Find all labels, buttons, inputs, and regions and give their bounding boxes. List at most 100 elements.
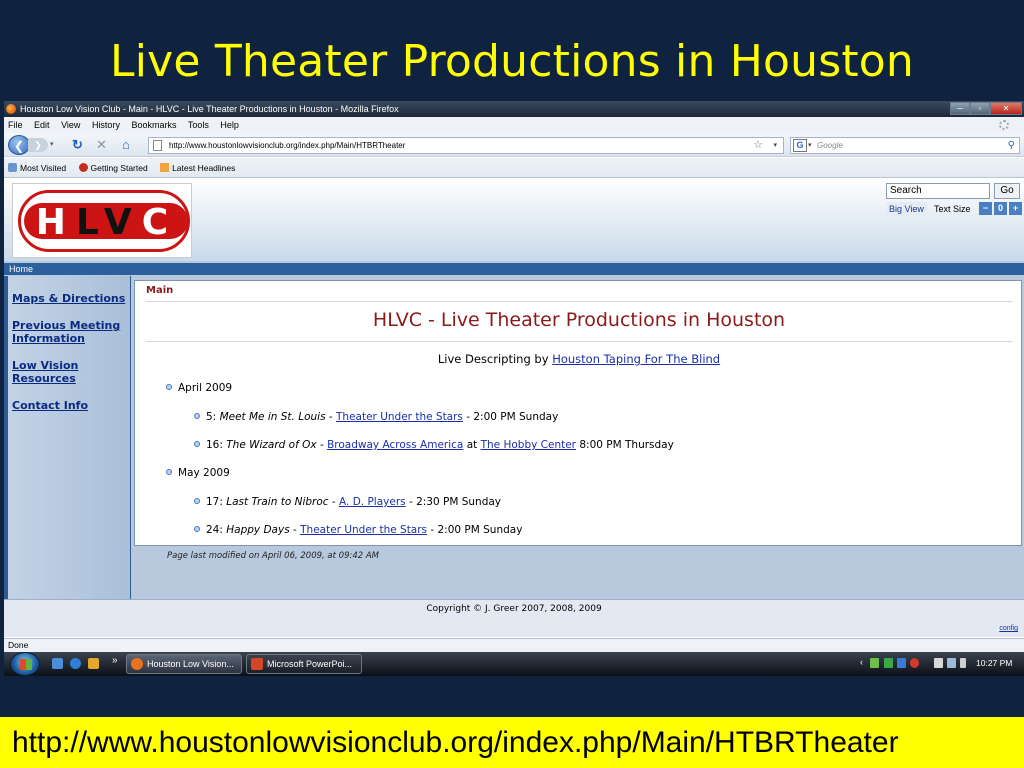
search-icon[interactable]: ⚲ xyxy=(1008,138,1015,153)
bookmark-most-visited[interactable]: Most Visited xyxy=(8,163,66,173)
site-search-input[interactable]: Search xyxy=(886,183,990,199)
search-bar[interactable]: G ▾ Google ⚲ xyxy=(790,137,1020,154)
power-icon[interactable] xyxy=(934,658,943,668)
browser-screenshot: Houston Low Vision Club - Main - HLVC - … xyxy=(4,101,1024,676)
minimize-button[interactable]: ─ xyxy=(950,102,970,115)
month-may: May 2009 xyxy=(166,467,230,479)
quicklaunch-overflow-icon[interactable]: » xyxy=(112,655,118,666)
list-item: 5: Meet Me in St. Louis - Theater Under … xyxy=(194,411,558,423)
last-modified: Page last modified on April 06, 2009, at… xyxy=(167,551,380,561)
menu-help[interactable]: Help xyxy=(220,120,239,130)
close-button[interactable]: ✕ xyxy=(990,102,1022,115)
security-icon[interactable] xyxy=(884,658,893,668)
venue-link[interactable]: Theater Under the Stars xyxy=(336,411,463,423)
taskbar: » Houston Low Vision... Microsoft PowerP… xyxy=(4,652,1024,676)
text-size-increase-button[interactable]: + xyxy=(1009,202,1022,215)
page-viewport: HLVC Search Go Big View Text Size − 0 + … xyxy=(4,179,1024,637)
forward-button[interactable]: ❯ xyxy=(28,138,48,152)
menu-tools[interactable]: Tools xyxy=(188,120,209,130)
reload-icon[interactable]: ↻ xyxy=(72,137,83,153)
venue-link[interactable]: A. D. Players xyxy=(339,496,406,508)
url-caption: http://www.houstonlowvisionclub.org/inde… xyxy=(0,717,1024,768)
clock[interactable]: 10:27 PM xyxy=(976,658,1012,668)
history-dropdown-icon[interactable]: ▾ xyxy=(50,140,54,148)
menu-edit[interactable]: Edit xyxy=(34,120,50,130)
menu-file[interactable]: File xyxy=(8,120,23,130)
menu-history[interactable]: History xyxy=(92,120,120,130)
task-firefox[interactable]: Houston Low Vision... xyxy=(126,654,242,674)
bookmark-latest-headlines[interactable]: Latest Headlines xyxy=(160,163,235,173)
back-button[interactable]: ❮ xyxy=(8,135,30,155)
navigation-toolbar: ❮ ❯ ▾ ↻ ✕ ⌂ http://www.houstonlowvisionc… xyxy=(4,133,1024,157)
breadcrumb[interactable]: Main xyxy=(146,285,173,296)
google-icon[interactable]: G xyxy=(793,139,807,152)
bullet-icon xyxy=(166,384,172,390)
list-item: 16: The Wizard of Ox - Broadway Across A… xyxy=(194,439,674,451)
window-title: Houston Low Vision Club - Main - HLVC - … xyxy=(20,104,399,114)
big-view-link[interactable]: Big View xyxy=(886,202,927,216)
bookmark-icon xyxy=(8,163,17,172)
ie-icon[interactable] xyxy=(70,658,81,669)
venue-link[interactable]: Broadway Across America xyxy=(327,439,463,451)
throbber-icon xyxy=(999,120,1009,130)
url-text: http://www.houstonlowvisionclub.org/inde… xyxy=(169,141,406,150)
text-size-decrease-button[interactable]: − xyxy=(979,202,992,215)
status-bar: Done xyxy=(4,638,1024,652)
start-button[interactable] xyxy=(10,652,40,676)
engine-dropdown-icon[interactable]: ▾ xyxy=(808,138,812,153)
media-player-icon[interactable] xyxy=(88,658,99,669)
descripting-line: Live Descripting by Houston Taping For T… xyxy=(437,352,721,366)
page-icon xyxy=(153,140,162,151)
bullet-icon xyxy=(194,498,200,504)
sidebar-item-low-vision-resources[interactable]: Low Vision Resources xyxy=(12,359,128,385)
url-bar[interactable]: http://www.houstonlowvisionclub.org/inde… xyxy=(148,137,784,154)
bookmarks-toolbar: Most Visited Getting Started Latest Head… xyxy=(4,158,1024,178)
go-button[interactable]: Go xyxy=(994,183,1020,199)
venue-link[interactable]: Theater Under the Stars xyxy=(300,524,427,536)
hlvc-logo[interactable]: HLVC xyxy=(12,183,192,258)
firefox-icon xyxy=(131,658,143,670)
task-powerpoint[interactable]: Microsoft PowerPoi... xyxy=(246,654,362,674)
home-link[interactable]: Home xyxy=(4,263,1024,275)
network-icon[interactable] xyxy=(897,658,906,668)
home-icon[interactable]: ⌂ xyxy=(122,137,130,153)
windows-logo-icon xyxy=(20,659,32,670)
sidebar-item-contact-info[interactable]: Contact Info xyxy=(12,399,128,412)
text-size-label: Text Size xyxy=(934,204,971,214)
tray-expand-icon[interactable]: ‹ xyxy=(860,657,863,667)
place-link[interactable]: The Hobby Center xyxy=(481,439,576,451)
bullet-icon xyxy=(194,441,200,447)
rss-icon xyxy=(160,163,170,172)
site-header: HLVC Search Go Big View Text Size − 0 + xyxy=(4,179,1024,261)
alert-icon[interactable] xyxy=(910,658,919,668)
divider xyxy=(146,341,1012,342)
powerpoint-icon xyxy=(251,658,263,670)
text-size-reset-button[interactable]: 0 xyxy=(994,202,1007,215)
search-placeholder: Google xyxy=(817,141,843,150)
firefox-bookmark-icon xyxy=(78,163,88,172)
sidebar-item-previous-meeting[interactable]: Previous Meeting Information xyxy=(12,319,128,345)
window-title-bar: Houston Low Vision Club - Main - HLVC - … xyxy=(4,101,1024,117)
page-title: HLVC - Live Theater Productions in Houst… xyxy=(372,309,786,331)
url-dropdown-icon[interactable]: ▾ xyxy=(773,138,777,153)
copyright: Copyright © J. Greer 2007, 2008, 2009 xyxy=(426,604,602,614)
bullet-icon xyxy=(194,413,200,419)
menu-view[interactable]: View xyxy=(61,120,80,130)
config-link[interactable]: config xyxy=(999,625,1018,632)
site-footer: Copyright © J. Greer 2007, 2008, 2009 co… xyxy=(4,599,1024,637)
bookmark-getting-started[interactable]: Getting Started xyxy=(78,163,148,173)
bookmark-star-icon[interactable]: ☆ xyxy=(753,138,763,153)
display-icon[interactable] xyxy=(947,658,956,668)
firefox-icon xyxy=(6,104,16,114)
maximize-button[interactable]: ▫ xyxy=(970,102,990,115)
show-desktop-icon[interactable] xyxy=(52,658,63,669)
stop-icon[interactable]: ✕ xyxy=(96,137,107,153)
volume-icon[interactable] xyxy=(960,658,966,668)
bullet-icon xyxy=(166,469,172,475)
houston-taping-link[interactable]: Houston Taping For The Blind xyxy=(552,352,720,366)
main-content: Main HLVC - Live Theater Productions in … xyxy=(134,280,1022,546)
month-april: April 2009 xyxy=(166,382,232,394)
signal-icon[interactable] xyxy=(870,658,879,668)
sidebar-item-maps[interactable]: Maps & Directions xyxy=(12,292,128,305)
menu-bookmarks[interactable]: Bookmarks xyxy=(131,120,176,130)
